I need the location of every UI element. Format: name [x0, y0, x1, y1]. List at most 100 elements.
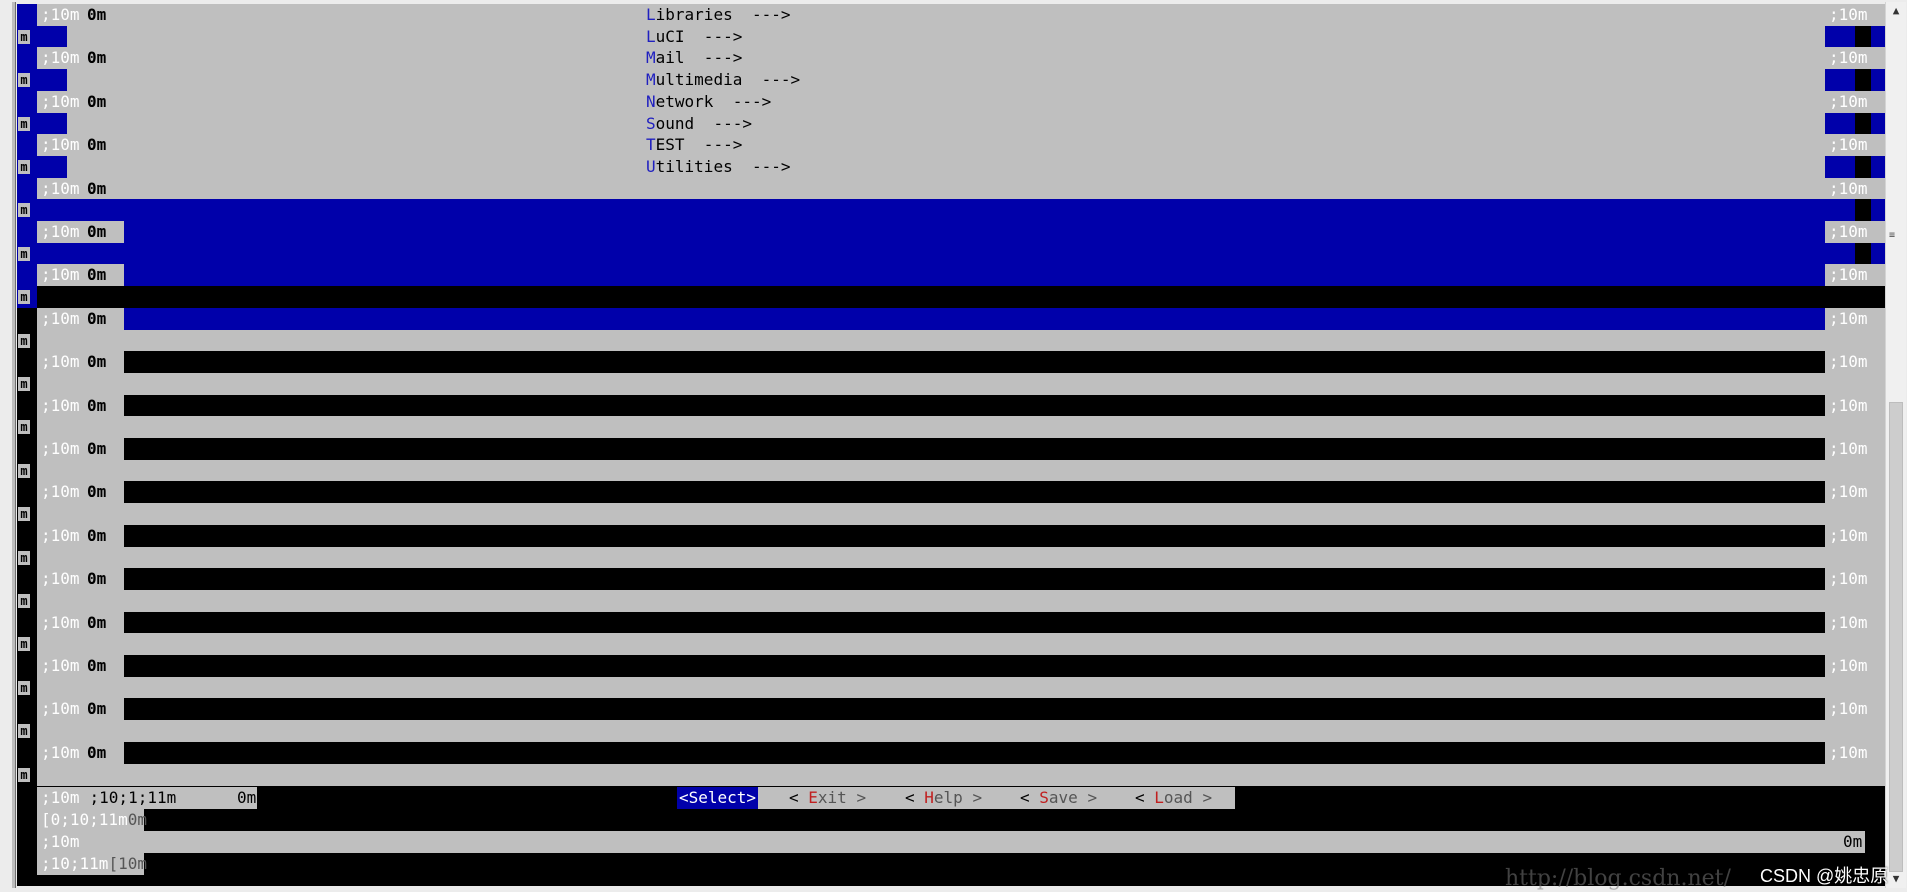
menu-item[interactable]: TEST --->	[646, 134, 742, 156]
row-band	[17, 243, 1885, 265]
scroll-grip-icon: ≡	[1889, 230, 1896, 241]
terminal-row: m	[17, 460, 1885, 482]
m-mark: m	[18, 203, 30, 217]
terminal-row: ;10m 0m ;10m	[17, 4, 1885, 26]
escape-code-left: ;10m 0m	[37, 698, 124, 720]
left-edge	[17, 655, 37, 677]
watermark-url: http://blog.csdn.net/	[1505, 866, 1731, 891]
menu-label: etwork --->	[655, 92, 772, 111]
escape-text: ;10m	[41, 569, 80, 588]
terminal-row: ;10m 0m ;10m	[17, 612, 1885, 634]
scroll-down-arrow-icon[interactable]: ▼	[1886, 870, 1906, 888]
button-bracket: <	[1135, 788, 1155, 807]
escape-code-left: ;10m 0m	[37, 47, 124, 69]
escape-code-right: ;10m	[1825, 525, 1885, 547]
escape-text: [0;10;11m	[41, 810, 128, 829]
row-band	[17, 720, 1885, 742]
scroll-thumb[interactable]	[1889, 402, 1903, 872]
empty-list-row[interactable]	[124, 612, 1825, 634]
terminal-row: ;10m 0m ;10m	[17, 698, 1885, 720]
escape-text: ;10;11m	[41, 854, 109, 873]
zero-m-text: 0m	[87, 5, 107, 24]
scroll-up-arrow-icon[interactable]: ▲	[1886, 2, 1906, 20]
menu-item[interactable]: Sound --->	[646, 113, 752, 135]
escape-text: ;10m	[41, 179, 80, 198]
empty-list-row[interactable]	[124, 698, 1825, 720]
save-button[interactable]: < Save >	[1020, 787, 1097, 809]
terminal-row: m	[17, 633, 1885, 655]
escape-text: ;10m	[41, 48, 80, 67]
escape-text: ;10m	[41, 352, 80, 371]
select-button[interactable]: <Select>	[677, 787, 759, 809]
menu-label: uCI --->	[655, 27, 743, 46]
right-edge-dark	[1855, 113, 1871, 135]
escape-text: ;10m	[1829, 699, 1868, 718]
escape-code-left: ;10m 0m	[37, 612, 124, 634]
right-edge-dark	[1855, 26, 1871, 48]
escape-text: ;10m	[1829, 396, 1868, 415]
escape-code-left: ;10m 0m	[37, 178, 124, 200]
zero-m-text: 0m	[87, 699, 107, 718]
left-edge	[17, 264, 37, 286]
menu-item[interactable]: Mail --->	[646, 47, 742, 69]
terminal-row: m	[17, 26, 1885, 48]
right-edge-dark	[1855, 243, 1871, 265]
row-band	[17, 26, 1885, 48]
zero-m-text: 0m	[127, 810, 147, 829]
exit-button[interactable]: < Exit >	[789, 787, 866, 809]
terminal-row: m	[17, 156, 1885, 178]
escape-code-left: ;10m 0m	[37, 568, 124, 590]
terminal-row: ;10m 0m ;10m	[17, 655, 1885, 677]
menu-item[interactable]: Libraries --->	[646, 4, 791, 26]
left-edge	[17, 178, 37, 200]
load-button[interactable]: < Load >	[1135, 787, 1212, 809]
row-band	[17, 4, 1885, 26]
vertical-scrollbar[interactable]: ▲ ≡ ▼	[1885, 2, 1906, 888]
escape-text: ;10m	[1829, 5, 1868, 24]
empty-list-row[interactable]	[124, 481, 1825, 503]
button-hotkey: L	[1154, 788, 1164, 807]
escape-text: ;10m	[41, 309, 80, 328]
m-mark: m	[18, 117, 30, 131]
row-band	[17, 764, 1885, 786]
escape-code-right: ;10m	[1825, 134, 1885, 156]
escape-text: ;10m	[1829, 352, 1868, 371]
menuconfig-terminal[interactable]: ;10m 0m ;10m m ;10m 0m ;10m m ;10m 0m ;10m m ;10m 0m;…	[17, 4, 1885, 886]
row-band	[17, 156, 1885, 178]
help-button[interactable]: < Help >	[905, 787, 982, 809]
zero-m-text: 0m	[87, 656, 107, 675]
escape-code-right: ;10m	[1825, 47, 1885, 69]
escape-code-right: ;10m	[1825, 698, 1885, 720]
menu-item[interactable]: LuCI --->	[646, 26, 742, 48]
zero-m-text: 0m	[87, 179, 107, 198]
escape-code-left: ;10m 0m	[37, 134, 124, 156]
empty-list-row[interactable]	[124, 742, 1825, 764]
empty-list-row[interactable]	[124, 438, 1825, 460]
terminal-row: ;10m 0m ;10m	[17, 47, 1885, 69]
empty-list-row[interactable]	[124, 351, 1825, 373]
menu-item[interactable]: Multimedia --->	[646, 69, 800, 91]
left-edge	[17, 525, 37, 547]
escape-text: [10m	[108, 854, 147, 873]
row-band	[17, 221, 1885, 243]
escape-text: ;10m	[41, 222, 80, 241]
escape-code-right: ;10m	[1825, 308, 1885, 330]
row-band	[17, 264, 1885, 286]
empty-list-row[interactable]	[124, 525, 1825, 547]
empty-list-row[interactable]	[124, 568, 1825, 590]
button-bracket: <	[789, 788, 809, 807]
escape-text: ;10m	[41, 526, 80, 545]
row-band	[17, 91, 1885, 113]
menu-item[interactable]: Network --->	[646, 91, 771, 113]
zero-m-text: 0m	[87, 265, 107, 284]
terminal-row: m	[17, 590, 1885, 612]
empty-list-row[interactable]	[124, 395, 1825, 417]
menu-label: ound --->	[655, 114, 752, 133]
row-band	[17, 330, 1885, 352]
terminal-row: m	[17, 199, 1885, 221]
selection-bar[interactable]	[124, 308, 1825, 330]
m-mark: m	[18, 464, 30, 478]
escape-code-left: ;10m 0m	[37, 308, 124, 330]
empty-list-row[interactable]	[124, 655, 1825, 677]
menu-item[interactable]: Utilities --->	[646, 156, 791, 178]
